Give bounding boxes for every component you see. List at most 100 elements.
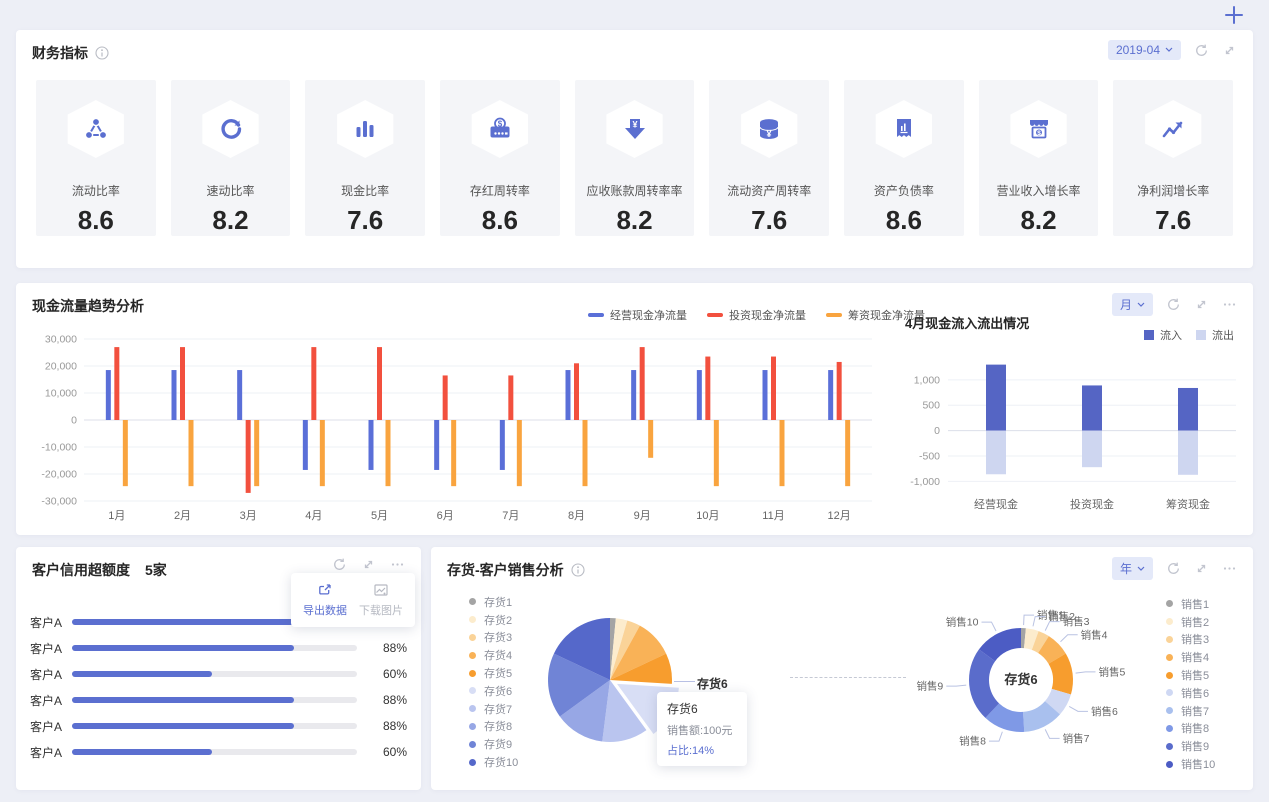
finance-indicators-panel: 财务指标 2019-04 流动比率 8.6 速动比率 8.2 现金比率 7.6 $ 存红周转率… [16,30,1253,268]
legend-item[interactable]: 存货10 [469,753,518,771]
bar [516,420,522,487]
legend-item[interactable]: 经营现金净流量 [588,307,687,323]
metric-label: 净利润增长率 [1137,184,1210,198]
sync-circle-icon [202,100,259,158]
info-icon[interactable] [95,46,109,60]
refresh-icon[interactable] [1166,297,1181,312]
svg-text:1月: 1月 [108,510,125,522]
info-icon[interactable] [571,563,585,577]
legend-dot [469,616,476,624]
metric-card: ¥ 流动资产周转率 7.6 [709,80,830,236]
svg-text:30,000: 30,000 [45,334,77,346]
credit-row: 客户A 88% [30,635,407,661]
legend-item[interactable]: 销售6 [1166,684,1215,702]
svg-text:9月: 9月 [634,510,651,522]
bar [245,420,251,493]
metric-value: 8.2 [212,205,249,235]
metric-label: 流动资产周转率 [727,184,812,198]
metric-label: 营业收入增长率 [996,184,1081,198]
legend-label: 存货7 [484,703,513,716]
more-icon[interactable] [1222,561,1237,576]
legend-item[interactable]: 存货5 [469,664,518,682]
cash-flow-bar-chart: 30,000 20,000 10,000 0 -10,000 -20,000 -30,000… [30,329,882,532]
legend-dot [1166,689,1173,697]
legend-item[interactable]: 存货9 [469,735,518,753]
legend-swatch [588,313,604,317]
legend-dot [469,669,476,677]
legend-label: 存货5 [484,668,513,681]
legend-item[interactable]: 流出 [1196,327,1234,343]
metric-label: 存红周转率 [469,184,530,198]
add-widget-button[interactable] [1223,4,1245,26]
legend-item[interactable]: 投资现金净流量 [707,307,806,323]
export-data-button[interactable]: 导出数据 [297,582,353,618]
refresh-icon[interactable] [1194,43,1209,58]
legend-swatch [826,313,842,317]
more-icon[interactable] [1222,297,1237,312]
granularity-select[interactable]: 年 [1111,557,1153,580]
legend-item[interactable]: 销售3 [1166,631,1215,649]
credit-percent: 60% [382,745,407,759]
donut-label: 销售9 [916,680,943,693]
metric-value: 7.6 [347,205,384,235]
legend-item[interactable]: 销售2 [1166,613,1215,631]
credit-bar-track [72,645,357,651]
legend-item[interactable]: 存货3 [469,629,518,647]
metric-value: 8.2 [616,205,653,235]
credit-row: 客户A 60% [30,661,407,687]
customer-label: 客户A [30,615,63,630]
legend-item[interactable]: 销售7 [1166,702,1215,720]
granularity-select[interactable]: 月 [1111,293,1153,316]
expand-icon[interactable] [361,557,376,572]
metric-label: 资产负债率 [873,184,934,198]
legend-item[interactable]: 存货1 [469,593,518,611]
refresh-icon[interactable] [1166,561,1181,576]
download-image-button[interactable]: 下载图片 [353,582,409,618]
period-select[interactable]: 2019-04 [1107,40,1181,60]
legend-item[interactable]: 销售9 [1166,737,1215,755]
metric-card: 速动比率 8.2 [170,80,291,236]
donut-label: 销售3 [1063,615,1090,628]
panel-title: 客户信用超额度 [32,562,130,578]
tooltip-amount: 销售额:100元 [667,725,733,737]
legend-item[interactable]: 存货8 [469,718,518,736]
legend-item[interactable]: 销售8 [1166,720,1215,738]
legend-label: 销售9 [1181,741,1210,754]
credit-bar-track [72,671,357,677]
legend-item[interactable]: 销售5 [1166,666,1215,684]
sales-legend: 销售1 销售2 销售3 销售4 销售5 销售6 销售7 销售8 销售9 销售10 [1166,595,1215,773]
legend-item[interactable]: 存货2 [469,611,518,629]
legend-dot [469,722,476,730]
donut-label: 销售5 [1098,665,1125,678]
bar [631,370,637,420]
metric-label: 应收账款周转率率 [586,184,683,198]
customer-label: 客户A [30,693,63,708]
metric-card: 净利润增长率 7.6 [1113,80,1234,236]
svg-text:投资现金: 投资现金 [1070,497,1114,511]
expand-icon[interactable] [1222,43,1237,58]
metric-card: 资产负债率 8.6 [844,80,964,236]
download-image-label: 下载图片 [359,605,403,617]
legend-item[interactable]: 存货4 [469,646,518,664]
svg-text:2月: 2月 [174,510,191,522]
legend-label: 销售10 [1181,759,1216,772]
refresh-icon[interactable] [332,557,347,572]
cash-register-icon: $ [471,100,529,158]
svg-text:1,000: 1,000 [914,374,940,386]
legend-item[interactable]: 销售10 [1166,755,1215,773]
expand-icon[interactable] [1194,561,1209,576]
bar [565,370,571,420]
inventory-sales-panel: 存货-客户销售分析 年 存货1 存货2 存货3 存货4 存货5 存货6 存货7 存货8 存货9 存… [431,547,1253,790]
cash-flow-trend-panel: 现金流量趋势分析 经营现金净流量 投资现金净流量 筹资现金净流量 月 30,000 2… [16,283,1253,535]
legend-item[interactable]: 存货6 [469,682,518,700]
bar [762,370,768,420]
expand-icon[interactable] [1194,297,1209,312]
legend-item[interactable]: 流入 [1144,327,1182,343]
more-icon[interactable] [390,557,405,572]
legend-item[interactable]: 销售4 [1166,648,1215,666]
legend-item[interactable]: 存货7 [469,700,518,718]
legend-item[interactable]: 销售1 [1166,595,1215,613]
legend-dot [1166,742,1173,750]
bar [385,420,391,487]
customer-label: 客户A [30,641,63,656]
